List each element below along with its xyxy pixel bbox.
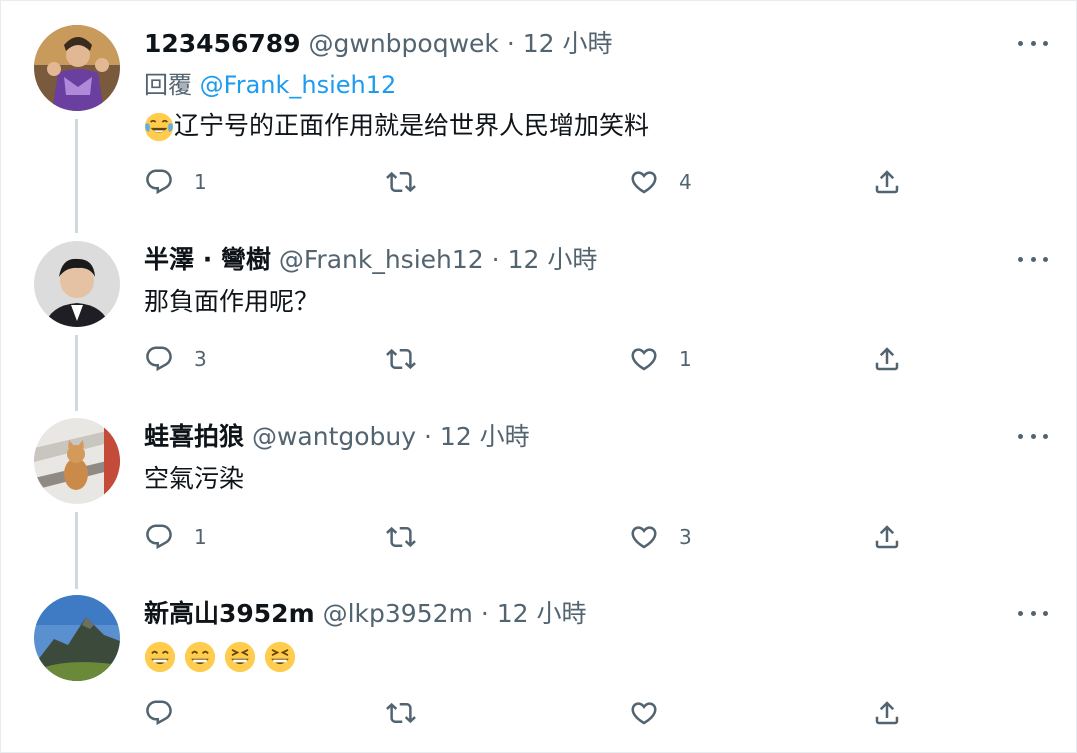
more-icon[interactable] bbox=[1018, 249, 1048, 269]
reply-button[interactable]: 3 bbox=[144, 342, 207, 376]
avatar[interactable] bbox=[34, 25, 120, 111]
tweet-text: 辽宁号的正面作用就是给世界人民增加笑料 bbox=[144, 110, 649, 142]
like-button[interactable]: 1 bbox=[629, 342, 692, 376]
more-icon[interactable] bbox=[1018, 426, 1048, 446]
display-name[interactable]: 蛙喜拍狼 bbox=[144, 422, 244, 451]
reply-button[interactable]: 1 bbox=[144, 165, 207, 199]
retweet-button[interactable] bbox=[386, 165, 436, 199]
separator: · bbox=[506, 29, 515, 58]
tweet-header: 123456789 @gwnbpoqwek · 12 小時 bbox=[144, 29, 613, 59]
action-bar: 1 4 bbox=[144, 165, 924, 199]
user-handle[interactable]: @lkp3952m bbox=[323, 599, 473, 628]
retweet-icon bbox=[386, 344, 416, 374]
reply-count: 1 bbox=[194, 525, 207, 549]
tweet[interactable]: 半澤 · 彎樹 @Frank_hsieh12 · 12 小時 那負面作用呢？ 3… bbox=[1, 221, 1076, 411]
display-name[interactable]: 123456789 bbox=[144, 29, 301, 58]
retweet-icon bbox=[386, 167, 416, 197]
grinning-face-with-smiling-eyes-icon bbox=[184, 641, 216, 673]
separator: · bbox=[424, 422, 432, 451]
share-icon bbox=[872, 522, 902, 552]
share-icon bbox=[872, 698, 902, 728]
user-handle[interactable]: @wantgobuy bbox=[252, 422, 416, 451]
avatar[interactable] bbox=[34, 241, 120, 327]
share-button[interactable] bbox=[872, 520, 902, 554]
display-name[interactable]: 新高山3952m bbox=[144, 599, 315, 628]
grinning-face-with-smiling-eyes-icon bbox=[144, 641, 176, 673]
tweet[interactable]: 123456789 @gwnbpoqwek · 12 小時 回覆 @Frank_… bbox=[1, 1, 1076, 233]
reply-label: 回覆 bbox=[144, 71, 192, 99]
like-count: 4 bbox=[679, 170, 692, 194]
retweet-button[interactable] bbox=[386, 342, 436, 376]
tweet-header: 新高山3952m @lkp3952m · 12 小時 bbox=[144, 599, 587, 629]
tweet-text-content: 空氣污染 bbox=[144, 464, 245, 493]
avatar[interactable] bbox=[34, 418, 120, 504]
separator: · bbox=[491, 245, 500, 274]
like-button[interactable]: 4 bbox=[629, 165, 692, 199]
grinning-squinting-face-icon bbox=[224, 641, 256, 673]
reply-count: 3 bbox=[194, 347, 207, 371]
like-count: 3 bbox=[679, 525, 692, 549]
timestamp[interactable]: 12 小時 bbox=[440, 422, 530, 451]
tweet-text: 空氣污染 bbox=[144, 463, 244, 495]
tweet[interactable]: 蛙喜拍狼 @wantgobuy · 12 小時 空氣污染 1 3 bbox=[1, 399, 1076, 589]
retweet-button[interactable] bbox=[386, 520, 436, 554]
mountain-avatar-icon bbox=[34, 595, 120, 681]
cat-avatar-icon bbox=[34, 418, 120, 504]
timestamp[interactable]: 12 小時 bbox=[523, 29, 613, 58]
share-icon bbox=[872, 167, 902, 197]
tweet[interactable]: 新高山3952m @lkp3952m · 12 小時 bbox=[1, 577, 1076, 753]
reply-icon bbox=[144, 167, 174, 197]
retweet-button[interactable] bbox=[386, 696, 416, 730]
tweet-text: 那負面作用呢？ bbox=[144, 286, 319, 318]
action-bar: 3 1 bbox=[144, 342, 924, 376]
timestamp[interactable]: 12 小時 bbox=[508, 245, 598, 274]
avatar[interactable] bbox=[34, 595, 120, 681]
tweet-text-content: 辽宁号的正面作用就是给世界人民增加笑料 bbox=[174, 111, 650, 140]
reply-button[interactable]: 1 bbox=[144, 520, 207, 554]
tweet-header: 半澤 · 彎樹 @Frank_hsieh12 · 12 小時 bbox=[144, 245, 597, 275]
like-icon bbox=[629, 698, 659, 728]
like-count: 1 bbox=[679, 347, 692, 371]
user-handle[interactable]: @Frank_hsieh12 bbox=[279, 245, 484, 274]
user-handle[interactable]: @gwnbpoqwek bbox=[309, 29, 499, 58]
like-icon bbox=[629, 522, 659, 552]
thread-container: 123456789 @gwnbpoqwek · 12 小時 回覆 @Frank_… bbox=[0, 0, 1077, 753]
reply-mention-link[interactable]: @Frank_hsieh12 bbox=[200, 71, 397, 99]
grinning-squinting-face-icon bbox=[264, 641, 295, 673]
share-button[interactable] bbox=[872, 342, 902, 376]
man-in-suit-avatar-icon bbox=[34, 241, 120, 327]
face-with-tears-of-joy-icon bbox=[144, 112, 174, 142]
reply-icon bbox=[144, 522, 174, 552]
like-icon bbox=[629, 167, 659, 197]
like-button[interactable]: 3 bbox=[629, 520, 692, 554]
like-button[interactable] bbox=[629, 696, 659, 730]
action-bar: 1 3 bbox=[144, 520, 924, 554]
reply-icon bbox=[144, 698, 174, 728]
warrior-character-avatar-icon bbox=[34, 25, 120, 111]
reply-count: 1 bbox=[194, 170, 207, 194]
tweet-header: 蛙喜拍狼 @wantgobuy · 12 小時 bbox=[144, 422, 530, 452]
retweet-icon bbox=[386, 522, 416, 552]
reply-button[interactable] bbox=[144, 696, 174, 730]
like-icon bbox=[629, 344, 659, 374]
tweet-text bbox=[144, 640, 296, 673]
share-icon bbox=[872, 344, 902, 374]
reply-icon bbox=[144, 344, 174, 374]
share-button[interactable] bbox=[872, 165, 902, 199]
action-bar bbox=[144, 696, 924, 730]
separator: · bbox=[480, 599, 489, 628]
tweet-text-content: 那負面作用呢？ bbox=[144, 287, 320, 316]
share-button[interactable] bbox=[872, 696, 902, 730]
more-icon[interactable] bbox=[1018, 33, 1048, 53]
more-icon[interactable] bbox=[1018, 603, 1048, 623]
retweet-icon bbox=[386, 698, 416, 728]
timestamp[interactable]: 12 小時 bbox=[497, 599, 587, 628]
replying-to: 回覆 @Frank_hsieh12 bbox=[144, 70, 396, 100]
thread-connector bbox=[75, 119, 78, 233]
display-name[interactable]: 半澤 · 彎樹 bbox=[144, 245, 271, 274]
